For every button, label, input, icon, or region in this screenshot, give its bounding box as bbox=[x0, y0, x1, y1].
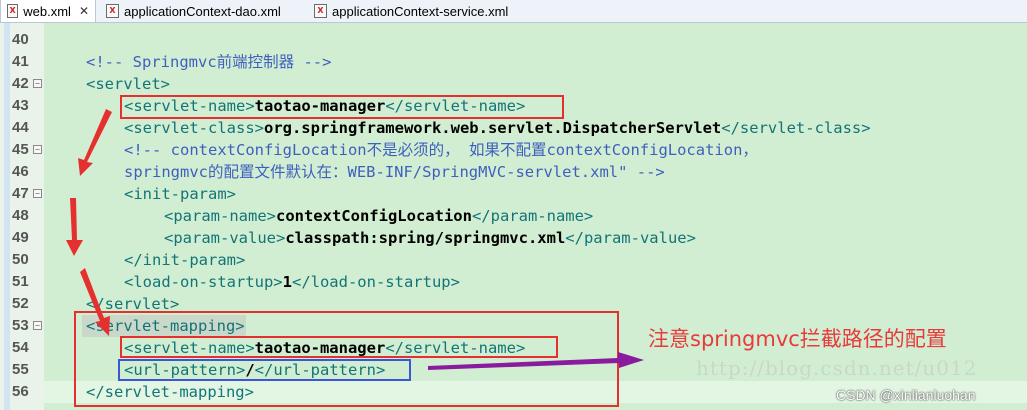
tab-applicationcontext-dao[interactable]: X applicationContext-dao.xml bbox=[100, 0, 300, 22]
mapping-servlet-name-highlight-box bbox=[120, 336, 558, 358]
xml-text: classpath:spring/springmvc.xml bbox=[285, 229, 566, 247]
editor-tab-bar: X web.xml ✕ X applicationContext-dao.xml… bbox=[0, 0, 1027, 23]
xml-file-icon: X bbox=[314, 4, 327, 18]
xml-file-icon: X bbox=[106, 4, 119, 18]
line-number: 52 bbox=[12, 295, 29, 312]
line-number: 55 bbox=[12, 361, 29, 378]
code-line[interactable]: 47− <init-param> bbox=[0, 183, 1027, 205]
code-text: <param-value>classpath:spring/springmvc.… bbox=[164, 227, 696, 249]
line-number: 40 bbox=[12, 31, 29, 48]
code-text: <param-name>contextConfigLocation</param… bbox=[164, 205, 593, 227]
code-text: <!-- contextConfigLocation不是必须的， 如果不配置co… bbox=[124, 139, 758, 161]
tab-label: applicationContext-dao.xml bbox=[124, 3, 281, 19]
line-number: 46 bbox=[12, 163, 29, 180]
code-line[interactable]: 50 </init-param> bbox=[0, 249, 1027, 271]
code-text: <init-param> bbox=[124, 183, 236, 205]
fold-toggle-icon[interactable]: − bbox=[33, 321, 42, 330]
xml-tag: </load-on-startup> bbox=[291, 273, 460, 291]
line-number: 41 bbox=[12, 53, 29, 70]
code-line[interactable]: 41 <!-- Springmvc前端控制器 --> bbox=[0, 51, 1027, 73]
xml-tag: </init-param> bbox=[124, 251, 246, 269]
xml-tag: <init-param> bbox=[124, 185, 236, 203]
tab-label: web.xml bbox=[23, 3, 71, 19]
tab-web-xml[interactable]: X web.xml ✕ bbox=[0, 0, 96, 22]
close-icon[interactable]: ✕ bbox=[79, 4, 89, 18]
code-text: <!-- Springmvc前端控制器 --> bbox=[86, 51, 331, 73]
xml-tag: </param-value> bbox=[565, 229, 696, 247]
xml-tag: <load-on-startup> bbox=[124, 273, 283, 291]
code-line[interactable]: 48 <param-name>contextConfigLocation</par… bbox=[0, 205, 1027, 227]
code-line[interactable]: 42− <servlet> bbox=[0, 73, 1027, 95]
code-text: <servlet> bbox=[86, 73, 170, 95]
code-text: </init-param> bbox=[124, 249, 245, 271]
code-text: <load-on-startup>1</load-on-startup> bbox=[124, 271, 460, 293]
xml-tag: </servlet-class> bbox=[721, 119, 871, 137]
line-number: 44 bbox=[12, 119, 29, 136]
code-text: springmvc的配置文件默认在：WEB-INF/SpringMVC-serv… bbox=[124, 161, 665, 183]
code-text: <servlet-class>org.springframework.web.s… bbox=[124, 117, 871, 139]
csdn-watermark: CSDN @xinlianluohan bbox=[836, 387, 976, 403]
line-number: 56 bbox=[12, 383, 29, 400]
xml-text: 1 bbox=[282, 273, 292, 291]
code-line[interactable]: 44 <servlet-class>org.springframework.web… bbox=[0, 117, 1027, 139]
line-number: 54 bbox=[12, 339, 29, 356]
line-number: 43 bbox=[12, 97, 29, 114]
fold-toggle-icon[interactable]: − bbox=[33, 79, 42, 88]
url-pattern-highlight-box bbox=[118, 359, 411, 381]
xml-text: contextConfigLocation bbox=[275, 207, 472, 225]
code-line[interactable]: 51 <load-on-startup>1</load-on-startup> bbox=[0, 271, 1027, 293]
xml-tag: <param-value> bbox=[164, 229, 286, 247]
xml-comment: <!-- Springmvc前端控制器 --> bbox=[86, 53, 332, 71]
line-number: 49 bbox=[12, 229, 29, 246]
line-number: 50 bbox=[12, 251, 29, 268]
xml-tag: <servlet-class> bbox=[124, 119, 264, 137]
code-line[interactable]: 49 <param-value>classpath:spring/springmv… bbox=[0, 227, 1027, 249]
annotation-note: 注意springmvc拦截路径的配置 bbox=[648, 327, 947, 351]
xml-file-icon: X bbox=[7, 4, 19, 18]
xml-tag: <servlet> bbox=[86, 75, 170, 93]
xml-text: org.springframework.web.servlet.Dispatch… bbox=[263, 119, 722, 137]
fold-toggle-icon[interactable]: − bbox=[33, 189, 42, 198]
line-number: 51 bbox=[12, 273, 29, 290]
tab-label: applicationContext-service.xml bbox=[332, 3, 509, 19]
xml-comment: <!-- contextConfigLocation不是必须的， 如果不配置co… bbox=[124, 141, 758, 159]
tab-applicationcontext-service[interactable]: X applicationContext-service.xml bbox=[308, 0, 528, 22]
code-line[interactable]: 40 bbox=[0, 29, 1027, 51]
servlet-name-highlight-box bbox=[120, 95, 564, 119]
line-number: 48 bbox=[12, 207, 29, 224]
xml-tag: <param-name> bbox=[164, 207, 276, 225]
xml-comment: springmvc的配置文件默认在：WEB-INF/SpringMVC-serv… bbox=[124, 163, 665, 181]
code-line[interactable]: 45− <!-- contextConfigLocation不是必须的， 如果不配… bbox=[0, 139, 1027, 161]
xml-tag: </param-name> bbox=[471, 207, 594, 225]
code-line[interactable]: 46 springmvc的配置文件默认在：WEB-INF/SpringMVC-se… bbox=[0, 161, 1027, 183]
blog-url-watermark: http://blog.csdn.net/u012 bbox=[696, 356, 978, 380]
fold-toggle-icon[interactable]: − bbox=[33, 145, 42, 154]
